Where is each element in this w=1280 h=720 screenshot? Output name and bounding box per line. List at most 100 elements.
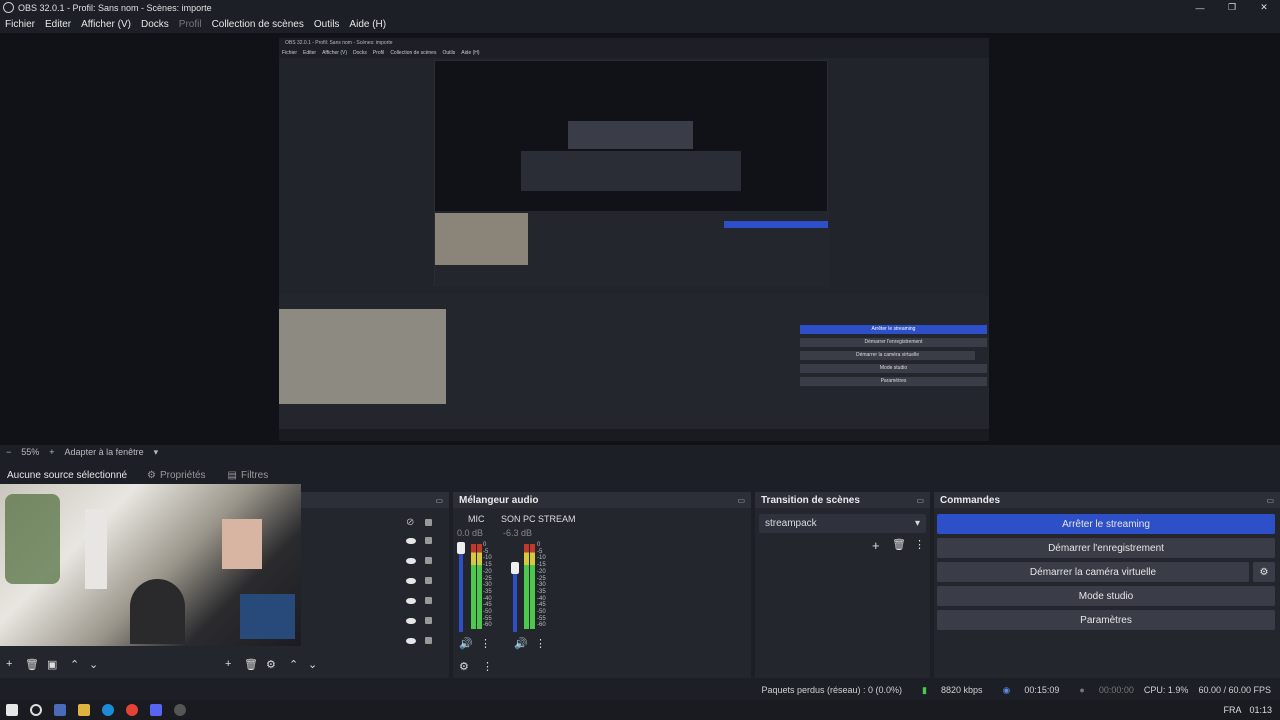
zoom-bar: − 55% + Adapter à la fenêtre ▾ bbox=[0, 445, 1280, 459]
trash-icon[interactable]: 🗑 bbox=[892, 538, 906, 551]
meter-scale: 0 -5 -10 -15 -20 -25 -30 -35 -40 -45 -50 -55 -60 bbox=[537, 542, 546, 629]
lock-icon[interactable] bbox=[425, 577, 432, 584]
chevron-up-icon[interactable]: ⌃ bbox=[289, 658, 298, 671]
eye-icon[interactable] bbox=[406, 538, 416, 544]
file-explorer-icon[interactable] bbox=[78, 704, 90, 716]
chevron-down-icon[interactable]: ⌄ bbox=[89, 658, 98, 671]
meter-scale: 0 -5 -10 -15 -20 -25 -30 -35 -40 -45 -50 -55 -60 bbox=[483, 542, 492, 629]
zoom-out-button[interactable]: − bbox=[6, 447, 11, 457]
nested-menu: Fichier Editer Afficher (V) Docks Profil Coll… bbox=[279, 48, 989, 58]
status-bar: Paquets perdus (réseau) : 0 (0.0%) ▮ 8820… bbox=[0, 682, 1280, 698]
menu-bar: Fichier Editer Afficher (V) Docks Profil… bbox=[0, 15, 1280, 33]
start-virtual-camera-button[interactable]: Démarrer la caméra virtuelle bbox=[937, 562, 1249, 582]
lock-icon[interactable] bbox=[425, 537, 432, 544]
menu-aide[interactable]: Aide (H) bbox=[344, 19, 391, 30]
edge-icon[interactable] bbox=[102, 704, 114, 716]
menu-profil[interactable]: Profil bbox=[174, 19, 207, 30]
mixer-settings-icon[interactable]: ⚙ bbox=[459, 660, 469, 673]
more-icon[interactable]: ⋮ bbox=[914, 538, 925, 551]
volume-slider-track[interactable] bbox=[459, 542, 463, 632]
eye-icon[interactable] bbox=[406, 578, 416, 584]
channel-name: SON PC STREAM bbox=[501, 514, 576, 524]
more-icon[interactable]: ⋮ bbox=[482, 660, 493, 673]
lock-icon[interactable] bbox=[425, 557, 432, 564]
chevron-down-icon[interactable]: ▾ bbox=[154, 447, 159, 458]
search-icon[interactable] bbox=[30, 704, 42, 716]
preview-canvas[interactable]: OBS 32.0.1 - Profil: Sans nom - Scènes: … bbox=[279, 38, 989, 441]
language-indicator[interactable]: FRA bbox=[1223, 705, 1241, 715]
chevron-up-icon[interactable]: ⌃ bbox=[70, 658, 79, 671]
dock-float-icon[interactable]: ▭ bbox=[435, 496, 443, 505]
chevron-down-icon: ▾ bbox=[914, 518, 920, 529]
obs-taskbar-icon[interactable] bbox=[174, 704, 186, 716]
gear-icon[interactable]: ⚙ bbox=[266, 658, 276, 671]
close-icon[interactable]: ✕ bbox=[1248, 0, 1280, 15]
title-bar: OBS 32.0.1 - Profil: Sans nom - Scènes: … bbox=[0, 0, 1280, 15]
lock-icon[interactable] bbox=[425, 637, 432, 644]
webcam-overlay bbox=[0, 484, 301, 646]
filter-icon[interactable]: ▣ bbox=[47, 658, 57, 671]
eye-icon[interactable] bbox=[406, 598, 416, 604]
hidden-eye-icon[interactable]: ⊘ bbox=[406, 516, 414, 528]
add-source-icon[interactable]: + bbox=[225, 658, 231, 670]
discord-icon[interactable] bbox=[150, 704, 162, 716]
properties-button[interactable]: ⚙ Propriétés bbox=[147, 470, 206, 481]
more-icon[interactable]: ⋮ bbox=[535, 637, 546, 650]
eye-icon[interactable] bbox=[406, 638, 416, 644]
eye-icon[interactable] bbox=[406, 618, 416, 624]
fps: 60.00 / 60.00 FPS bbox=[1198, 685, 1271, 695]
clock[interactable]: 01:13 bbox=[1249, 705, 1272, 715]
windows-start-icon[interactable] bbox=[6, 704, 18, 716]
gear-icon: ⚙ bbox=[147, 469, 156, 481]
filters-button[interactable]: ▤ Filtres bbox=[228, 470, 269, 481]
lock-icon[interactable] bbox=[425, 617, 432, 624]
menu-fichier[interactable]: Fichier bbox=[0, 19, 40, 30]
stream-time: ◉ 00:15:09 bbox=[1002, 684, 1060, 696]
settings-button[interactable]: Paramètres bbox=[937, 610, 1275, 630]
dock-float-icon[interactable]: ▭ bbox=[916, 496, 924, 505]
speaker-icon[interactable]: 🔊 bbox=[514, 637, 528, 650]
zoom-in-button[interactable]: + bbox=[49, 447, 54, 457]
window-title: OBS 32.0.1 - Profil: Sans nom - Scènes: … bbox=[18, 2, 212, 13]
stop-streaming-button[interactable]: Arrêter le streaming bbox=[937, 514, 1275, 534]
transition-select[interactable]: streampack ▾ bbox=[759, 514, 926, 533]
lock-icon[interactable] bbox=[425, 597, 432, 604]
add-transition-icon[interactable]: + bbox=[872, 538, 880, 553]
trash-icon[interactable]: 🗑 bbox=[244, 658, 258, 671]
volume-slider-handle[interactable] bbox=[511, 562, 519, 574]
audio-mixer-dock: Mélangeur audio ▭ MIC 0.0 dB SON PC STREA… bbox=[453, 492, 751, 678]
speaker-icon[interactable]: 🔊 bbox=[459, 637, 473, 650]
commands-dock: Commandes ▭ Arrêter le streaming Démarrer… bbox=[934, 492, 1280, 678]
start-recording-button[interactable]: Démarrer l'enregistrement bbox=[937, 538, 1275, 558]
chevron-down-icon[interactable]: ⌄ bbox=[308, 658, 317, 671]
minimize-icon[interactable]: — bbox=[1184, 0, 1216, 15]
menu-outils[interactable]: Outils bbox=[309, 19, 345, 30]
signal-icon: ▮ bbox=[922, 684, 927, 695]
zoom-fit-select[interactable]: Adapter à la fenêtre bbox=[65, 447, 144, 457]
virtual-camera-settings-icon[interactable]: ⚙ bbox=[1253, 562, 1275, 582]
chrome-icon[interactable] bbox=[126, 704, 138, 716]
menu-collection-scenes[interactable]: Collection de scènes bbox=[207, 19, 309, 30]
eye-icon[interactable] bbox=[406, 558, 416, 564]
cpu-usage: CPU: 1.9% bbox=[1143, 685, 1189, 695]
nested-preview bbox=[434, 60, 829, 287]
nested-webcam bbox=[279, 309, 446, 404]
dock-float-icon[interactable]: ▭ bbox=[737, 496, 745, 505]
more-icon[interactable]: ⋮ bbox=[480, 637, 491, 650]
level-meter bbox=[471, 544, 476, 629]
commands-header: Commandes ▭ bbox=[934, 492, 1280, 508]
menu-docks[interactable]: Docks bbox=[136, 19, 174, 30]
dock-float-icon[interactable]: ▭ bbox=[1266, 496, 1274, 505]
menu-editer[interactable]: Editer bbox=[40, 19, 76, 30]
lock-icon[interactable] bbox=[425, 519, 432, 526]
trash-icon[interactable]: 🗑 bbox=[25, 658, 39, 671]
restore-icon[interactable]: ❐ bbox=[1216, 0, 1248, 15]
channel-db: 0.0 dB bbox=[457, 528, 484, 538]
level-meter bbox=[477, 544, 482, 629]
studio-mode-button[interactable]: Mode studio bbox=[937, 586, 1275, 606]
volume-slider-handle[interactable] bbox=[457, 542, 465, 554]
sources-dock: ▭ ⊘ + 🗑 ▣ ⌃ ⌄ + 🗑 ⚙ ⌃ ⌄ bbox=[0, 484, 449, 678]
menu-afficher[interactable]: Afficher (V) bbox=[76, 19, 136, 30]
add-scene-icon[interactable]: + bbox=[6, 658, 12, 670]
task-view-icon[interactable] bbox=[54, 704, 66, 716]
